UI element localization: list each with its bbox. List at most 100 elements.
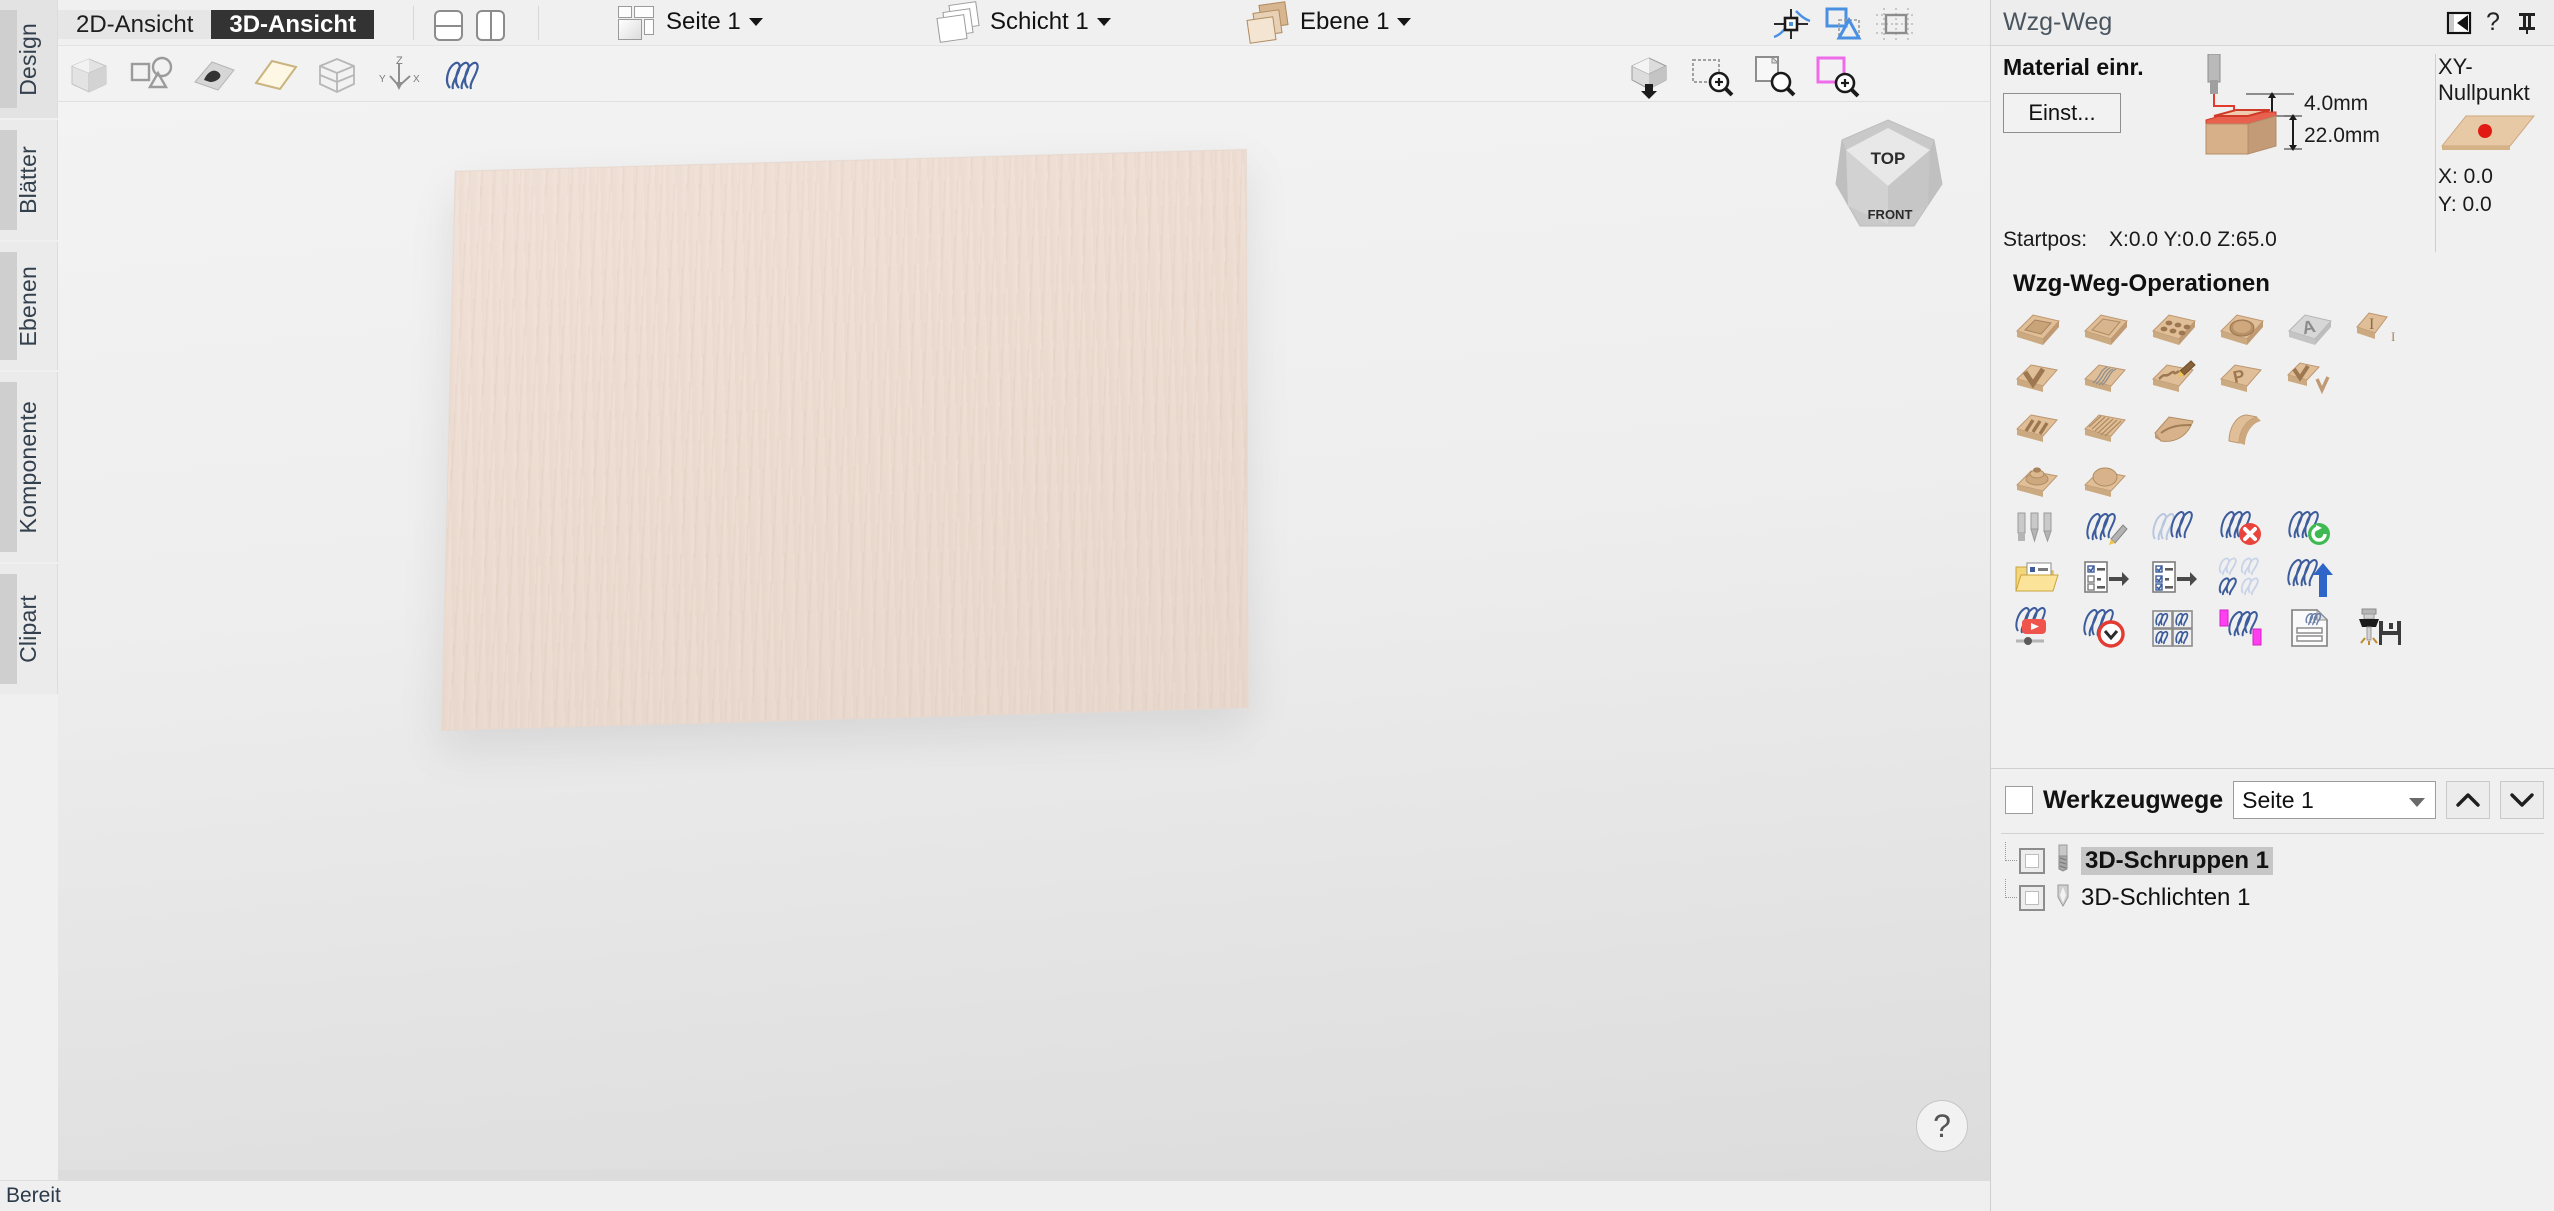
view-cube-front-label: FRONT — [1868, 207, 1913, 222]
split-vertical-button[interactable] — [472, 5, 510, 43]
material-settings-button[interactable]: Einst... — [2003, 93, 2121, 133]
pocket-toolpath-icon[interactable] — [2079, 306, 2133, 350]
sidebar-tab-komponente[interactable]: Komponente — [0, 372, 58, 562]
xy-origin-y: Y: 0.0 — [2438, 193, 2492, 217]
layer-selector[interactable]: Ebene 1 — [1246, 1, 1412, 44]
zoom-material-icon[interactable] — [1804, 50, 1866, 100]
xy-origin-icon[interactable] — [2438, 110, 2542, 159]
pin-icon[interactable] — [2510, 6, 2544, 40]
view-cube[interactable]: TOP FRONT — [1826, 114, 1950, 238]
zoom-drawing-icon[interactable] — [1742, 50, 1804, 100]
rotary-rough-icon[interactable] — [2011, 456, 2065, 500]
sidebar-tab-design[interactable]: Design — [0, 0, 58, 118]
duplicate-toolpath-icon[interactable] — [2147, 506, 2201, 550]
toolpath-list-item[interactable]: 3D-Schruppen 1 — [2001, 842, 2544, 879]
merge-toolpath-icon[interactable] — [2283, 556, 2337, 600]
sidebar-tab-clipart[interactable]: Clipart — [0, 564, 58, 694]
toolpath-boundary-icon[interactable] — [2215, 606, 2269, 650]
snap-shape-icon[interactable] — [1820, 5, 1868, 43]
vector-shapes-icon[interactable] — [120, 52, 182, 98]
fluting-toolpath-icon[interactable] — [2215, 306, 2269, 350]
estimate-time-icon[interactable] — [2079, 606, 2133, 650]
toolpath-list: 3D-Schruppen 1 3D-Schlichten 1 — [2001, 833, 2544, 916]
texture-toolpath-icon[interactable] — [2147, 356, 2201, 400]
sidebar-tab-label: Ebenen — [15, 265, 41, 347]
solid-model-icon[interactable] — [58, 52, 120, 98]
preview-toolpath-icon[interactable] — [2011, 606, 2065, 650]
drilling-toolpath-icon[interactable] — [2147, 306, 2201, 350]
zoom-selection-icon[interactable] — [1680, 50, 1742, 100]
delete-toolpath-icon[interactable] — [2215, 506, 2269, 550]
component-preview-icon[interactable] — [182, 52, 244, 98]
move-toolpath-down-button[interactable] — [2500, 781, 2544, 819]
recalculate-toolpath-icon[interactable] — [2283, 506, 2337, 550]
sheet-selector-label: Schicht 1 — [990, 8, 1089, 35]
flat-plane-icon[interactable] — [244, 52, 306, 98]
toolpath-summary-icon[interactable] — [2283, 606, 2337, 650]
profile-toolpath-icon[interactable] — [2011, 306, 2065, 350]
chamfer-toolpath-icon[interactable] — [2283, 356, 2337, 400]
prism-carve-icon[interactable] — [2079, 356, 2133, 400]
panel-titlebar: Wzg-Weg ? — [1991, 0, 2554, 46]
save-all-toolpaths-icon[interactable] — [2147, 556, 2201, 600]
open-toolpath-folder-icon[interactable] — [2011, 556, 2065, 600]
operations-row — [2011, 606, 2554, 650]
tab-2d-view[interactable]: 2D-Ansicht — [58, 10, 212, 39]
sidebar-tab-label: Clipart — [15, 595, 41, 663]
material-plate[interactable] — [441, 148, 1249, 731]
3d-fluting-icon[interactable] — [2147, 406, 2201, 450]
quick-engrave-icon[interactable]: A — [2283, 306, 2337, 350]
thickness-value: 22.0mm — [2304, 124, 2380, 147]
rotary-finish-icon[interactable] — [2079, 456, 2133, 500]
operations-row: P — [2011, 356, 2554, 400]
snap-grid-icon[interactable] — [1872, 5, 1920, 43]
material-setup-section: Material einr. Einst... 4.0mm 22.0mm XY-… — [1991, 46, 2554, 258]
help-icon[interactable]: ? — [2476, 6, 2510, 40]
snap-node-icon[interactable] — [1768, 5, 1816, 43]
tree-line — [2005, 879, 2017, 898]
moulding-toolpath-icon[interactable] — [2215, 406, 2269, 450]
toolpaths-header: Werkzeugwege Seite 1 — [1991, 769, 2554, 827]
edit-toolpath-icon[interactable] — [2079, 506, 2133, 550]
toolpath-tiling-icon[interactable] — [2215, 556, 2269, 600]
material-setup-title: Material einr. — [2003, 54, 2144, 80]
tab-3d-view[interactable]: 3D-Ansicht — [211, 10, 375, 39]
toolpath-preview-icon[interactable] — [430, 52, 492, 98]
3d-finish-toolpath-icon[interactable] — [2079, 406, 2133, 450]
page-selector-label: Seite 1 — [666, 8, 741, 35]
toolpath-visibility-checkbox[interactable] — [2019, 884, 2045, 911]
prism-profile-icon[interactable]: P — [2215, 356, 2269, 400]
sheet-selector[interactable]: Schicht 1 — [936, 1, 1111, 43]
save-machine-file-icon[interactable] — [2351, 606, 2405, 650]
toolpath-list-item[interactable]: 3D-Schlichten 1 — [2001, 879, 2544, 916]
split-line — [434, 25, 463, 27]
sidebar-tab-label: Design — [15, 22, 41, 96]
page-selector[interactable]: Seite 1 — [618, 4, 763, 40]
inlay-toolpath-icon[interactable]: I I — [2351, 306, 2405, 350]
ballnose-icon — [2054, 881, 2072, 914]
sidebar-tab-blaetter[interactable]: Blätter — [0, 120, 58, 240]
sheets-icon — [936, 1, 982, 43]
wireframe-box-icon[interactable] — [306, 52, 368, 98]
isometric-view-icon[interactable] — [1618, 50, 1680, 100]
tool-database-icon[interactable] — [2011, 506, 2065, 550]
vcarve-toolpath-icon[interactable] — [2011, 356, 2065, 400]
save-toolpath-icon[interactable] — [2079, 556, 2133, 600]
sidebar-tab-ebenen[interactable]: Ebenen — [0, 242, 58, 370]
move-toolpath-up-button[interactable] — [2446, 781, 2490, 819]
viewport-bottom-shade — [58, 1170, 1990, 1180]
toolpath-sheets-icon[interactable] — [2147, 606, 2201, 650]
operations-row — [2011, 456, 2554, 500]
3d-viewport[interactable]: TOP FRONT ? — [58, 102, 1990, 1180]
collapse-panel-icon[interactable] — [2442, 6, 2476, 40]
split-horizontal-button[interactable] — [430, 5, 468, 43]
chevron-down-icon — [1397, 18, 1412, 26]
axis-orientation-icon[interactable]: Z Y X — [368, 52, 430, 98]
toolpaths-master-checkbox[interactable] — [2005, 786, 2033, 814]
start-position-label: Startpos: — [2003, 227, 2088, 251]
toolpath-visibility-checkbox[interactable] — [2019, 847, 2045, 874]
toolpaths-sheet-select[interactable]: Seite 1 — [2233, 781, 2436, 819]
3d-rough-toolpath-icon[interactable] — [2011, 406, 2065, 450]
viewport-help-button[interactable]: ? — [1916, 1100, 1968, 1152]
panel-title: Wzg-Weg — [2003, 8, 2113, 36]
